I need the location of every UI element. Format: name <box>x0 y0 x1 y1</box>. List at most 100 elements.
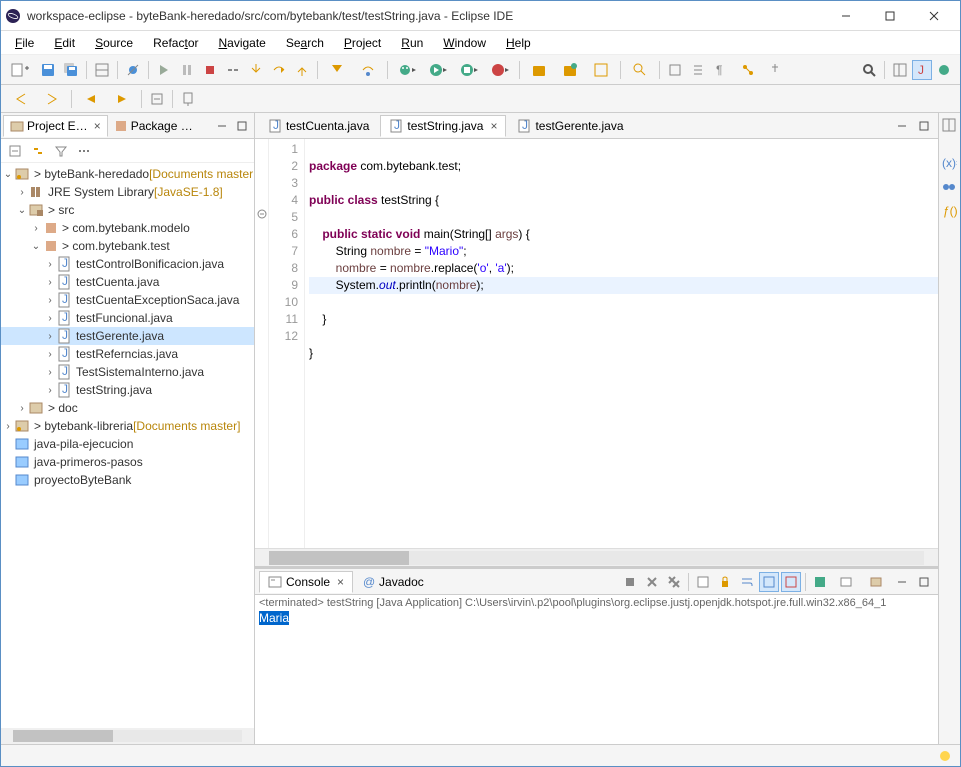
use-step-filters-button[interactable] <box>354 60 382 80</box>
step-return-button[interactable] <box>292 60 312 80</box>
minimize-button[interactable] <box>824 2 868 30</box>
last-edit-button[interactable] <box>7 89 35 109</box>
close-tab-icon[interactable]: × <box>94 119 101 133</box>
tree-doc[interactable]: ›> doc <box>1 399 254 417</box>
new-button[interactable] <box>7 60 35 80</box>
show-console-stderr-button[interactable] <box>781 572 801 592</box>
maximize-button[interactable] <box>868 2 912 30</box>
fold-marker-icon[interactable] <box>257 209 267 219</box>
debug-button[interactable] <box>393 60 421 80</box>
java-perspective-button[interactable]: J <box>912 60 932 80</box>
collapse-all-button[interactable] <box>5 141 25 161</box>
maximize-editor-button[interactable] <box>914 116 934 136</box>
toggle-button[interactable] <box>92 60 112 80</box>
package-explorer-tab[interactable]: Package … <box>108 116 199 136</box>
new-package-button[interactable] <box>525 60 553 80</box>
display-selected-button[interactable] <box>832 572 860 592</box>
show-whitespace-button[interactable]: ¶ <box>711 60 731 80</box>
git-button[interactable] <box>734 60 762 80</box>
terminate-console-button[interactable] <box>620 572 640 592</box>
save-button[interactable] <box>38 60 58 80</box>
external-tools-button[interactable] <box>486 60 514 80</box>
console-tab[interactable]: Console× <box>259 571 353 593</box>
open-perspective-button[interactable] <box>890 60 910 80</box>
minimize-console-button[interactable] <box>892 572 912 592</box>
tree-project-closed[interactable]: proyectoByteBank <box>1 471 254 489</box>
quick-access-button[interactable] <box>859 60 879 80</box>
tree-file[interactable]: ›JtestFuncional.java <box>1 309 254 327</box>
filter-button[interactable] <box>51 141 71 161</box>
tree-file[interactable]: ›JtestControlBonificacion.java <box>1 255 254 273</box>
tree-project[interactable]: ›> bytebank-libreria [Documents master] <box>1 417 254 435</box>
collapse-button[interactable] <box>147 89 167 109</box>
variables-view-button[interactable]: (x)= <box>941 155 959 173</box>
tree-src[interactable]: ⌄> src <box>1 201 254 219</box>
toggle-mark-button[interactable] <box>665 60 685 80</box>
show-console-stdout-button[interactable] <box>759 572 779 592</box>
tree-project[interactable]: ⌄> byteBank-heredado [Documents master <box>1 165 254 183</box>
code-editor[interactable]: 123456789101112 package com.bytebank.tes… <box>255 139 938 548</box>
console-output-area[interactable]: Maria <box>255 611 938 744</box>
close-tab-icon[interactable]: × <box>337 575 344 589</box>
pin-button[interactable] <box>765 60 785 80</box>
javadoc-tab[interactable]: @Javadoc <box>353 572 432 592</box>
suspend-button[interactable] <box>177 60 197 80</box>
editor-tab-testcuenta[interactable]: JtestCuenta.java <box>259 115 378 137</box>
clear-console-button[interactable] <box>693 572 713 592</box>
editor-tab-testgerente[interactable]: JtestGerente.java <box>508 115 632 137</box>
remove-all-button[interactable] <box>664 572 684 592</box>
word-wrap-button[interactable] <box>737 572 757 592</box>
forward-button[interactable] <box>108 89 136 109</box>
skip-breakpoints-button[interactable] <box>123 60 143 80</box>
menu-source[interactable]: Source <box>87 34 141 52</box>
editor-tab-teststring[interactable]: JtestString.java× <box>380 115 506 137</box>
menu-navigate[interactable]: Navigate <box>210 34 273 52</box>
menu-edit[interactable]: Edit <box>46 34 83 52</box>
next-edit-button[interactable] <box>38 89 66 109</box>
close-button[interactable] <box>912 2 956 30</box>
view-menu-button[interactable] <box>74 141 94 161</box>
menu-run[interactable]: Run <box>393 34 431 52</box>
resume-button[interactable] <box>154 60 174 80</box>
step-over-button[interactable] <box>269 60 289 80</box>
open-type-button[interactable] <box>587 60 615 80</box>
toggle-block-button[interactable] <box>688 60 708 80</box>
project-tree[interactable]: ⌄> byteBank-heredado [Documents master ›… <box>1 163 254 728</box>
menu-window[interactable]: Window <box>435 34 494 52</box>
menu-search[interactable]: Search <box>278 34 332 52</box>
expressions-view-button[interactable]: ƒ() <box>941 203 959 221</box>
scroll-lock-button[interactable] <box>715 572 735 592</box>
tree-file[interactable]: ›JtestCuentaExceptionSaca.java <box>1 291 254 309</box>
menu-help[interactable]: Help <box>498 34 539 52</box>
left-hscrollbar[interactable] <box>1 728 254 744</box>
debug-perspective-button[interactable] <box>934 60 954 80</box>
editor-hscrollbar[interactable] <box>255 548 938 566</box>
tree-project-closed[interactable]: java-primeros-pasos <box>1 453 254 471</box>
tree-project-closed[interactable]: java-pila-ejecucion <box>1 435 254 453</box>
back-button[interactable] <box>77 89 105 109</box>
tree-file[interactable]: ›JtestString.java <box>1 381 254 399</box>
search-button[interactable] <box>626 60 654 80</box>
coverage-button[interactable] <box>455 60 483 80</box>
link-editor-button[interactable] <box>28 141 48 161</box>
remove-launch-button[interactable] <box>642 572 662 592</box>
terminate-button[interactable] <box>200 60 220 80</box>
step-into-button[interactable] <box>246 60 266 80</box>
tree-package-modelo[interactable]: ›> com.bytebank.modelo <box>1 219 254 237</box>
tree-file[interactable]: ›JTestSistemaInterno.java <box>1 363 254 381</box>
minimize-view-button[interactable] <box>212 116 232 136</box>
maximize-console-button[interactable] <box>914 572 934 592</box>
line-gutter[interactable]: 123456789101112 <box>269 139 305 548</box>
menu-project[interactable]: Project <box>336 34 389 52</box>
tree-file-selected[interactable]: ›JtestGerente.java <box>1 327 254 345</box>
tip-icon[interactable] <box>938 749 952 763</box>
maximize-view-button[interactable] <box>232 116 252 136</box>
breakpoints-view-button[interactable] <box>941 179 959 197</box>
minimize-editor-button[interactable] <box>892 116 912 136</box>
pin-console-button[interactable] <box>810 572 830 592</box>
new-class-button[interactable] <box>556 60 584 80</box>
tree-jre[interactable]: ›JRE System Library [JavaSE-1.8] <box>1 183 254 201</box>
disconnect-button[interactable] <box>223 60 243 80</box>
run-button[interactable] <box>424 60 452 80</box>
project-explorer-tab[interactable]: Project E… × <box>3 115 108 137</box>
